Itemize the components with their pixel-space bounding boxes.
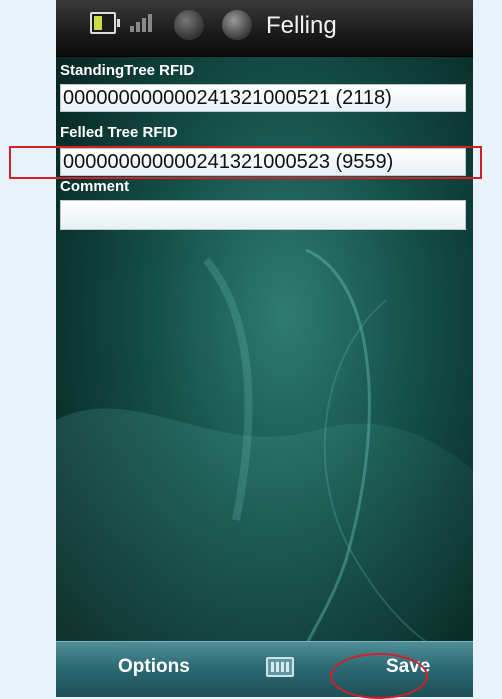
comment-field[interactable]: [60, 200, 466, 230]
battery-icon: [90, 12, 120, 34]
signal-icon: [130, 14, 154, 32]
standing-tree-label: StandingTree RFID: [60, 62, 195, 79]
felled-tree-rfid-field[interactable]: 000000000000241321000523 (9559): [60, 148, 466, 176]
app-title: Felling: [266, 12, 337, 39]
status-bar: Felling: [56, 0, 473, 57]
felled-tree-label: Felled Tree RFID: [60, 124, 178, 141]
sync-icon: [174, 10, 204, 40]
save-softkey[interactable]: Save: [386, 656, 430, 678]
softkey-bar: Options Save: [56, 641, 473, 697]
connection-icon: [222, 10, 252, 40]
keyboard-icon[interactable]: [266, 657, 294, 677]
comment-label: Comment: [60, 178, 130, 195]
device-screen: Felling StandingTree RFID 00000000000024…: [56, 0, 473, 697]
options-softkey[interactable]: Options: [118, 656, 190, 678]
standing-tree-rfid-field[interactable]: 000000000000241321000521 (2118): [60, 84, 466, 112]
